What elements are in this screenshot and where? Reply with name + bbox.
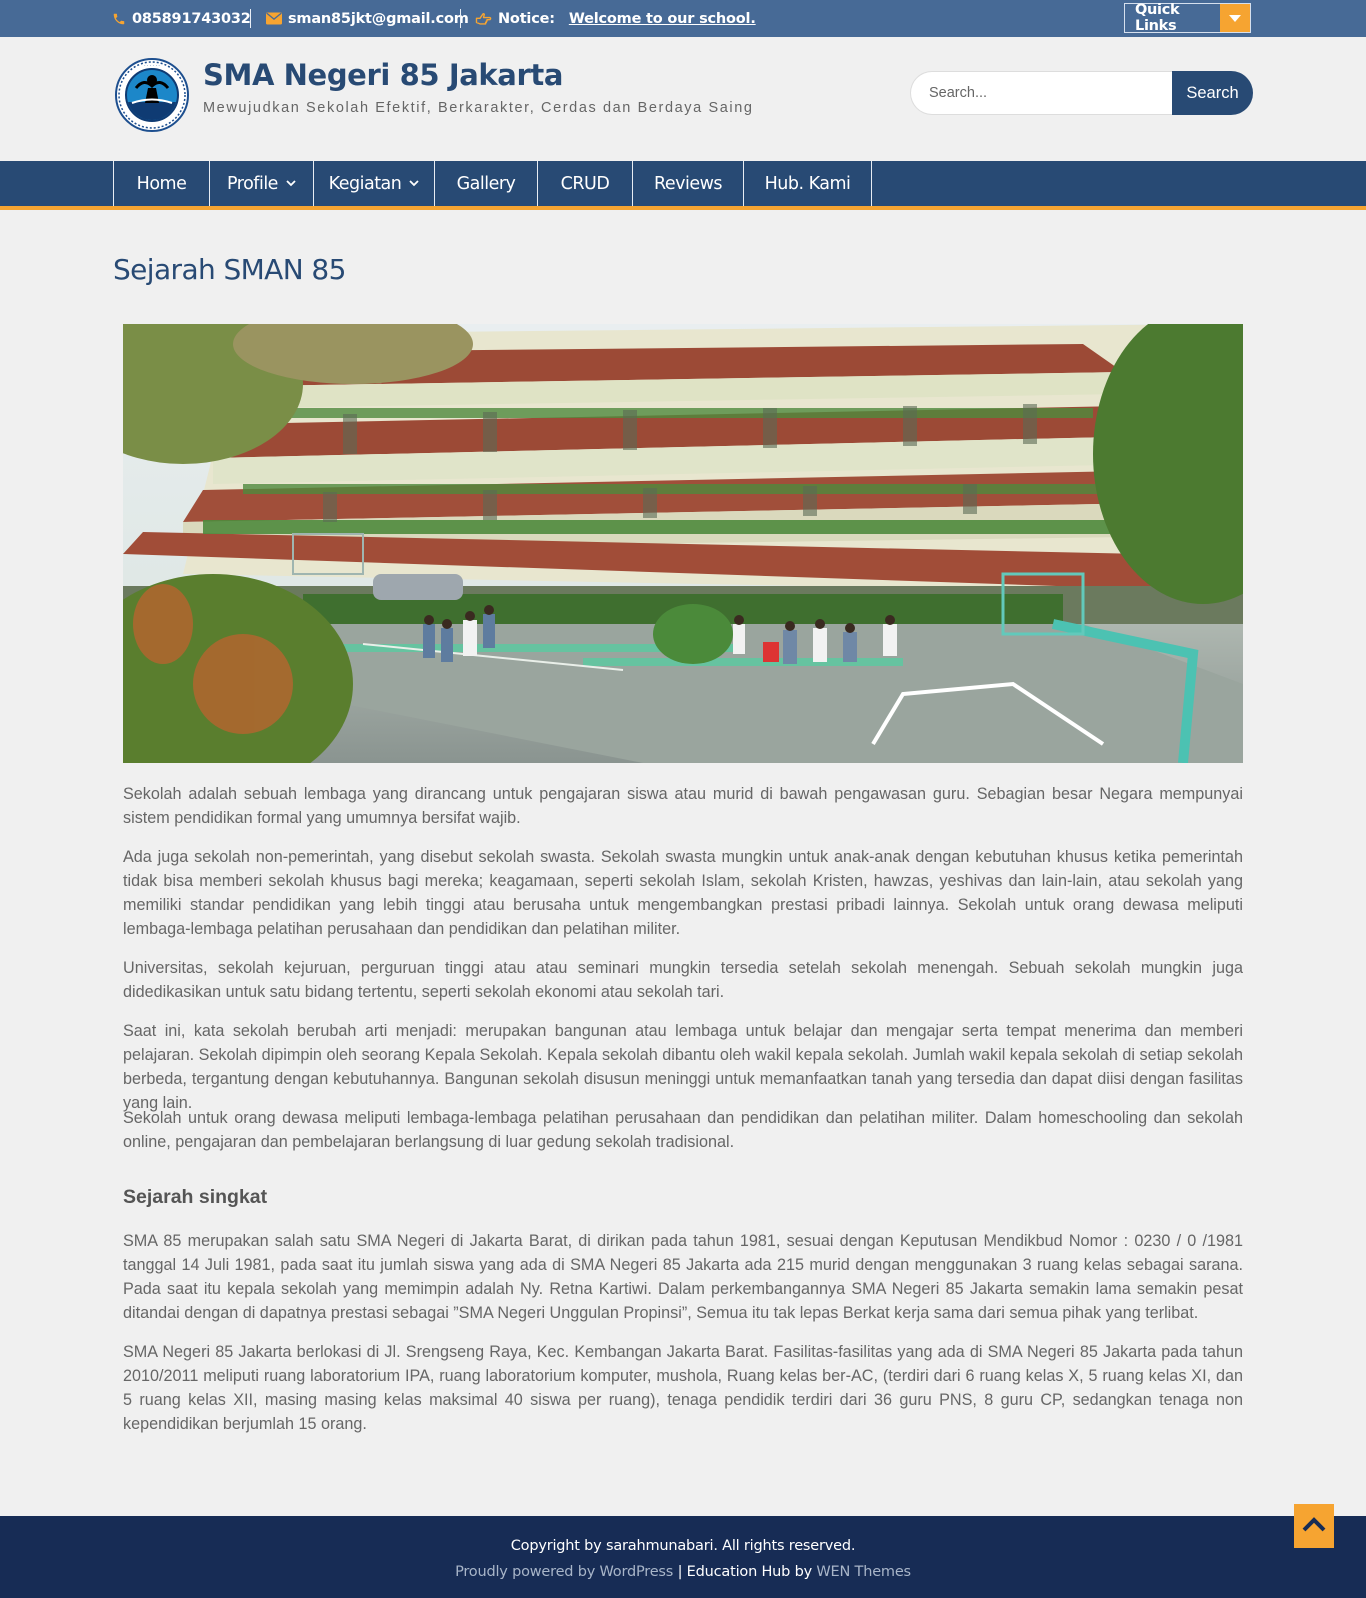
chevron-down-icon — [286, 177, 296, 190]
quick-links-label: Quick Links — [1135, 2, 1180, 34]
hand-point-right-icon — [475, 12, 492, 26]
site-footer — [0, 1516, 1366, 1598]
chevron-down-icon — [409, 177, 420, 190]
chevron-up-icon — [1302, 1516, 1326, 1537]
section-heading: Sejarah singkat — [123, 1186, 268, 1208]
main-navigation: Home Profile Kegiatan Gallery CRUD Revie… — [0, 161, 1366, 210]
nav-item-reviews[interactable]: Reviews — [633, 161, 744, 206]
paragraph: Saat ini, kata sekolah berubah arti menj… — [123, 1022, 1243, 1112]
search-button[interactable]: Search — [1172, 71, 1253, 115]
nav-item-hub-kami[interactable]: Hub. Kami — [744, 161, 872, 206]
powered-by: Proudly powered by WordPress | Education… — [0, 1564, 1366, 1580]
nav-item-label: Kegiatan — [328, 173, 402, 194]
search-form: Search — [910, 71, 1253, 115]
notice: Notice: Welcome to our school. — [475, 0, 756, 37]
envelope-icon — [266, 12, 282, 25]
notice-link[interactable]: Welcome to our school. — [569, 11, 756, 27]
notice-label: Notice: — [498, 10, 555, 27]
search-input[interactable] — [910, 71, 1172, 115]
svg-text:· · · · · ·: · · · · · · — [144, 64, 160, 69]
page-title: Sejarah SMAN 85 — [113, 253, 346, 286]
paragraph: Universitas, sekolah kejuruan, perguruan… — [123, 959, 1243, 1001]
paragraph: SMA Negeri 85 Jakarta berlokasi di Jl. S… — [123, 1343, 1243, 1433]
nav-item-label: Profile — [227, 173, 278, 194]
nav-item-profile[interactable]: Profile — [210, 161, 314, 206]
nav-item-label: Home — [136, 173, 187, 194]
nav-item-label: CRUD — [560, 173, 610, 194]
paragraph: Ada juga sekolah non-pemerintah, yang di… — [123, 848, 1243, 938]
nav-item-label: Reviews — [653, 173, 723, 194]
copyright-text: Copyright by sarahmunabari. All rights r… — [510, 1538, 856, 1554]
phone-icon — [112, 12, 126, 26]
school-logo[interactable]: · · · · · · — [112, 58, 192, 132]
nav-item-home[interactable]: Home — [114, 161, 210, 206]
nav-item-crud[interactable]: CRUD — [538, 161, 633, 206]
site-title[interactable]: SMA Negeri 85 Jakarta — [203, 58, 563, 92]
caret-down-icon — [1220, 4, 1250, 32]
paragraph: Sekolah untuk orang dewasa meliputi lemb… — [123, 1109, 1243, 1151]
phone-contact[interactable]: 085891743032 — [112, 0, 251, 37]
nav-item-kegiatan[interactable]: Kegiatan — [314, 161, 435, 206]
paragraph: SMA 85 merupakan salah satu SMA Negeri d… — [123, 1232, 1243, 1322]
school-building-image — [63, 304, 1313, 794]
divider — [250, 9, 251, 28]
email-address: sman85jkt@gmail.com — [288, 10, 469, 27]
nav-item-label: Gallery — [456, 173, 516, 194]
divider — [460, 9, 461, 28]
top-bar: 085891743032 sman85jkt@gmail.com Notice:… — [0, 0, 1366, 37]
nav-item-label: Hub. Kami — [764, 173, 851, 194]
footer-separator: | — [677, 1564, 683, 1580]
phone-number: 085891743032 — [132, 10, 251, 27]
wordpress-link[interactable]: Proudly powered by WordPress — [455, 1564, 673, 1580]
quick-links-dropdown[interactable]: Quick Links — [1124, 2, 1251, 34]
site-tagline: Mewujudkan Sekolah Efektif, Berkarakter,… — [203, 100, 754, 116]
wen-themes-link[interactable]: WEN Themes — [816, 1564, 911, 1580]
email-contact[interactable]: sman85jkt@gmail.com — [266, 0, 469, 37]
nav-item-gallery[interactable]: Gallery — [435, 161, 538, 206]
paragraph: Sekolah adalah sebuah lembaga yang diran… — [123, 785, 1243, 827]
scroll-to-top-button[interactable] — [1294, 1504, 1334, 1548]
theme-credit: Education Hub by — [686, 1564, 812, 1580]
